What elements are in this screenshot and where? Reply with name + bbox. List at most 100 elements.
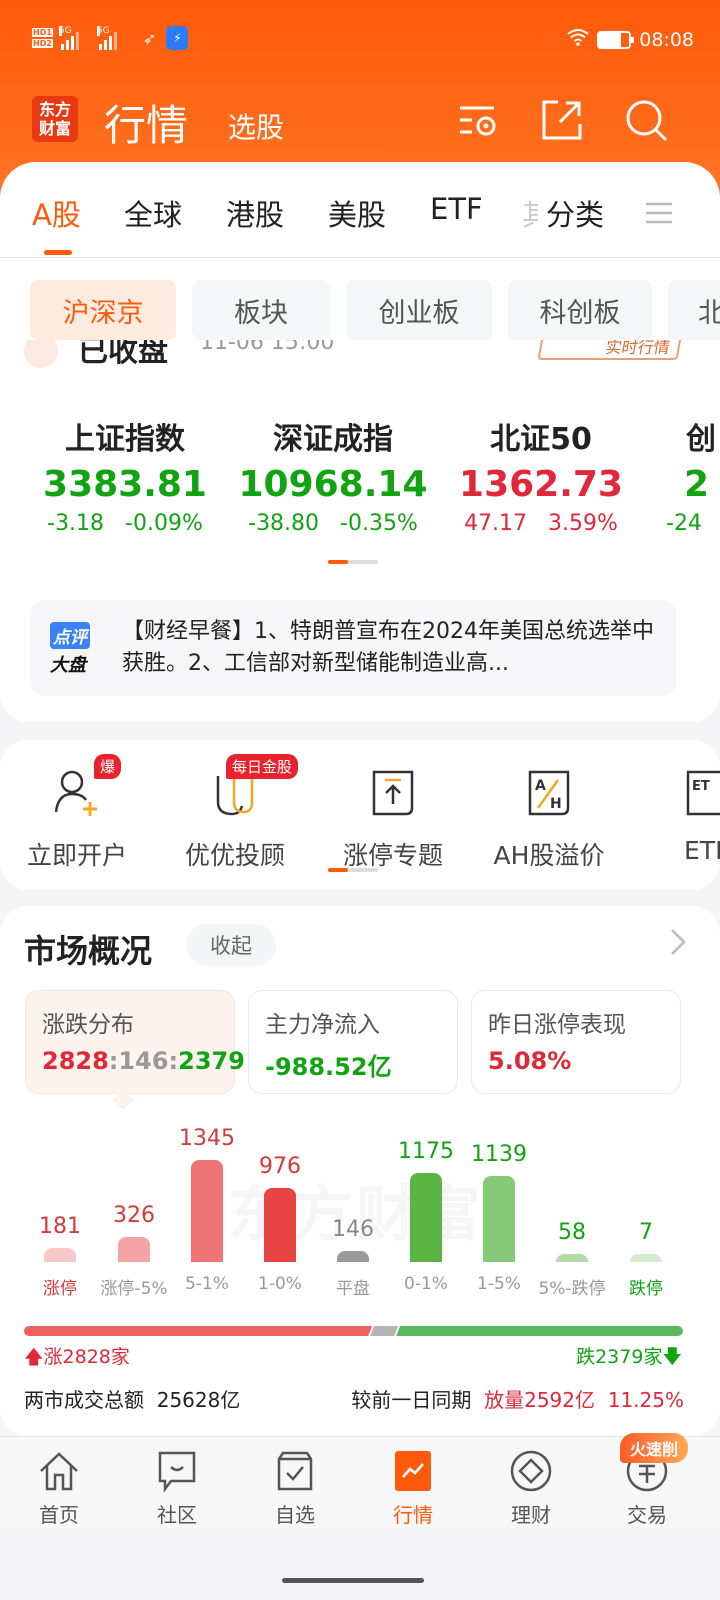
tab-other[interactable]: 其 <box>522 192 538 234</box>
chart-bar <box>630 1254 662 1262</box>
trade-promo-badge: 火速削 <box>620 1433 689 1463</box>
stock-picker-tab[interactable]: 选股 <box>228 106 284 146</box>
index-value: 3383.81 <box>43 464 207 505</box>
arrow-up-icon: 🡅 <box>24 1346 44 1368</box>
tab-us[interactable]: 美股 <box>328 192 386 234</box>
chart-bar <box>483 1175 515 1262</box>
quick-open-account[interactable]: 爆 立即开户 <box>2 754 152 872</box>
watchlist-icon <box>277 1451 313 1491</box>
market-card: A股 全球 港股 美股 ETF 其 分类 沪深京 板块 创业板 科创板 北 已收… <box>0 162 720 722</box>
clock: 08:08 <box>639 28 694 51</box>
etf-icon: ET <box>686 770 720 816</box>
quick-limit-up[interactable]: 涨停专题 <box>318 760 468 872</box>
tab-category[interactable]: 分类 <box>546 192 604 234</box>
index-sz[interactable]: 深证成指 10968.14 -38.80 -0.35% <box>228 414 438 536</box>
market-tabs: A股 全球 港股 美股 ETF 其 分类 <box>0 192 720 248</box>
page-title[interactable]: 行情 <box>104 92 188 153</box>
ah-premium-icon: AH <box>528 770 570 816</box>
tab-divider <box>0 257 720 258</box>
chip-star[interactable]: 科创板 <box>508 280 652 340</box>
ratio-flat-segment <box>370 1326 398 1336</box>
quick-entries-card: 爆 立即开户 每日金股 优优投顾 涨停专题 AH AH股溢价 ET ETF <box>0 740 720 890</box>
nav-wealth[interactable]: 理财 <box>491 1449 571 1528</box>
tab-a-shares[interactable]: A股 <box>32 192 81 234</box>
tab-global[interactable]: 全球 <box>124 192 182 234</box>
market-status-time: 11-06 15:00 <box>200 340 335 355</box>
index-pct: 3.59% <box>548 511 618 536</box>
index-change: -24 <box>666 511 702 536</box>
down-total: 跌2379家🡇 <box>576 1346 682 1368</box>
market-overview-card: 市场概况 收起 涨跌分布 2828:146:2379 主力净流入 -988.52… <box>0 906 720 1436</box>
chart-category-label: 跌停 <box>629 1279 663 1299</box>
turnover-label: 两市成交总额 <box>24 1388 144 1412</box>
index-chinext[interactable]: 创 2 -24 <box>660 414 720 536</box>
chart-value-label: 326 <box>113 1203 155 1229</box>
filter-settings-icon[interactable] <box>456 98 500 142</box>
tab-hk[interactable]: 港股 <box>226 192 284 234</box>
chart-value-label: 146 <box>332 1216 374 1242</box>
chart-bar <box>410 1172 442 1262</box>
sim-indicators: HD1 HD2 <box>32 28 53 48</box>
index-sh[interactable]: 上证指数 3383.81 -3.18 -0.09% <box>20 414 230 536</box>
chart-bar <box>556 1254 588 1262</box>
index-change: -3.18 <box>47 511 105 536</box>
chart-bar <box>191 1160 223 1262</box>
nav-home[interactable]: 首页 <box>19 1449 99 1528</box>
svg-text:H: H <box>550 796 562 812</box>
compare-change: 放量2592亿 <box>484 1388 596 1412</box>
arrow-down-icon: 🡇 <box>662 1346 682 1368</box>
quick-advisor[interactable]: 每日金股 优优投顾 <box>160 754 310 872</box>
section-title: 市场概况 <box>24 932 153 970</box>
stat-main-inflow[interactable]: 主力净流入 -988.52亿 <box>248 990 458 1094</box>
menu-icon[interactable] <box>646 198 672 232</box>
chip-bj[interactable]: 北 <box>668 280 720 340</box>
app-notification-icon: ➶ <box>142 28 157 48</box>
index-change: -38.80 <box>248 511 320 536</box>
stat-distribution[interactable]: 涨跌分布 2828:146:2379 <box>25 990 245 1094</box>
security-shield-icon: ⚡ <box>166 26 189 50</box>
quick-ah-premium[interactable]: AH AH股溢价 <box>474 760 624 872</box>
status-bar: HD1 HD2 5G 5G ➶ ⚡ 08:08 <box>0 26 720 60</box>
nav-community[interactable]: 社区 <box>137 1449 217 1528</box>
compare-pct: 11.25% <box>607 1388 684 1412</box>
app-logo[interactable]: 东方 财富 <box>32 96 78 142</box>
collapse-button[interactable]: 收起 <box>186 924 276 966</box>
market-closed-label: 已收盘 <box>78 340 168 369</box>
nav-watchlist[interactable]: 自选 <box>255 1449 335 1528</box>
news-banner[interactable]: 点评 大盘 【财经早餐】1、特朗普宣布在2024年美国总统选举中获胜。2、工信部… <box>30 600 676 696</box>
chip-hs-bj[interactable]: 沪深京 <box>30 280 176 340</box>
index-pct: -0.35% <box>340 511 418 536</box>
chevron-right-icon[interactable] <box>670 928 686 964</box>
index-value: 2 <box>684 464 710 505</box>
news-text: 【财经早餐】1、特朗普宣布在2024年美国总统选举中获胜。2、工信部对新型储能制… <box>122 619 654 676</box>
tab-etf[interactable]: ETF <box>430 192 483 226</box>
stat-yesterday-limit-up[interactable]: 昨日涨停表现 5.08% <box>471 990 681 1094</box>
quick-etf[interactable]: ET ETF <box>650 760 720 865</box>
wifi-icon <box>567 28 589 51</box>
chip-sectors[interactable]: 板块 <box>192 280 330 340</box>
daily-stock-badge: 每日金股 <box>226 754 299 779</box>
signal-icon: 5G <box>58 26 91 50</box>
search-icon[interactable] <box>624 98 668 142</box>
home-indicator[interactable] <box>282 1578 424 1583</box>
share-icon[interactable] <box>540 98 584 142</box>
hot-badge: 爆 <box>94 754 122 779</box>
index-bj50[interactable]: 北证50 1362.73 47.17 3.59% <box>436 414 646 536</box>
market-icon <box>395 1451 431 1491</box>
sim2-label: HD2 <box>32 39 53 48</box>
chart-bar <box>44 1248 76 1262</box>
up-count: 2828 <box>42 1047 109 1075</box>
up-down-ratio-bar <box>24 1326 683 1336</box>
nav-market[interactable]: 行情 <box>373 1449 453 1528</box>
down-count: 2379 <box>178 1047 245 1075</box>
index-value: 1362.73 <box>459 464 623 505</box>
index-pager <box>328 560 378 564</box>
chart-value-label: 7 <box>639 1220 653 1245</box>
chart-value-label: 976 <box>259 1153 301 1179</box>
svg-text:ET: ET <box>692 779 710 794</box>
chip-chinext[interactable]: 创业板 <box>346 280 492 340</box>
realtime-quote-badge[interactable]: 实时行情 <box>537 340 683 360</box>
market-commentary-icon: 点评 大盘 <box>50 622 102 677</box>
wealth-icon <box>510 1450 552 1492</box>
battery-icon <box>597 30 635 49</box>
